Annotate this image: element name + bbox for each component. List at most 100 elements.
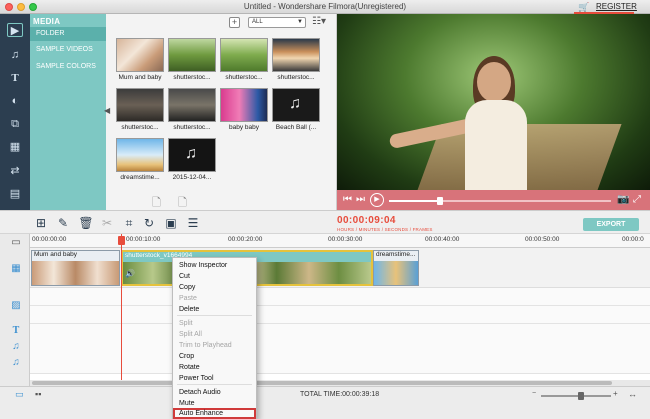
elements-icon[interactable]: ▦ xyxy=(8,140,22,154)
add-track-icon[interactable]: ⊞ xyxy=(33,215,49,231)
media-thumbnail[interactable] xyxy=(168,88,216,122)
media-thumbnail[interactable] xyxy=(220,38,268,72)
filters-icon[interactable]: ◐ xyxy=(8,94,22,108)
grid-view-icon[interactable]: ☷▾ xyxy=(312,16,326,27)
collapse-panel-icon[interactable]: ◀ xyxy=(104,106,110,118)
context-menu-item-power-tool[interactable]: Power Tool xyxy=(173,373,256,384)
media-item-label: shutterstoc... xyxy=(225,74,263,81)
video-track: Mum and baby shutterstock_v1664994 🔊 dre… xyxy=(30,248,650,288)
media-item-label: baby baby xyxy=(229,124,259,131)
rewind-icon[interactable]: ⏮ xyxy=(343,192,352,208)
rotate-icon[interactable]: ↻ xyxy=(141,215,157,231)
context-menu-item-cut[interactable]: Cut xyxy=(173,271,256,282)
media-item-label: Mum and baby xyxy=(118,74,162,81)
thumbnail-size-icon[interactable]: ▪▪ xyxy=(35,389,41,399)
media-thumbnail[interactable] xyxy=(272,38,320,72)
context-menu-item-delete[interactable]: Delete xyxy=(173,304,256,315)
ruler-tick: 00:00:10:00 xyxy=(126,236,161,243)
trash-icon[interactable]: 🗑 xyxy=(78,215,94,231)
playhead-handle[interactable] xyxy=(118,236,125,245)
preview-panel: ⏮ ⏭ ▶ 📷 ⤢ xyxy=(337,14,650,210)
track-labels: ▭ ▦ ▨ T ♫ ♫ xyxy=(0,234,30,386)
media-icon[interactable]: ▶ xyxy=(7,23,23,37)
clip-filmstrip xyxy=(374,261,418,285)
media-thumbnail[interactable] xyxy=(116,138,164,172)
media-toolbar: + ALL ▼ ☷▾ xyxy=(106,14,337,30)
context-menu-item-show-inspector[interactable]: Show Inspector xyxy=(173,260,256,271)
text-track-icon: T xyxy=(12,325,20,336)
media-thumbnail[interactable] xyxy=(220,88,268,122)
preview-scrubber-handle[interactable] xyxy=(437,197,444,205)
split-screen-icon[interactable]: ▤ xyxy=(8,187,22,201)
media-thumbnail[interactable]: ♫ xyxy=(168,138,216,172)
context-menu-item-trim-to-playhead: Trim to Playhead xyxy=(179,342,232,349)
ruler-tick: 00:00:50:00 xyxy=(525,236,560,243)
timeline-settings-icon[interactable]: ▭ xyxy=(10,237,22,249)
media-thumbnail[interactable] xyxy=(116,38,164,72)
snapshot-icon[interactable]: 📷 xyxy=(617,192,629,208)
zoom-in-icon[interactable]: + xyxy=(613,389,618,398)
context-menu-item-split-all: Split All xyxy=(179,331,202,338)
music-note-icon: ♫ xyxy=(289,95,301,112)
timeline-clip[interactable]: Mum and baby xyxy=(31,250,120,286)
media-nav-item-sample-videos[interactable]: SAMPLE VIDEOS xyxy=(30,43,106,57)
context-menu-item-rotate[interactable]: Rotate xyxy=(173,362,256,373)
context-menu-item-crop[interactable]: Crop xyxy=(173,351,256,362)
playhead-line xyxy=(121,234,122,380)
crop-icon[interactable]: ⌗ xyxy=(121,215,137,231)
zoom-slider-handle[interactable] xyxy=(577,392,584,400)
scrollbar-thumb[interactable] xyxy=(32,381,612,385)
timeline-clip[interactable]: dreamstime... xyxy=(373,250,419,286)
edit-icon[interactable]: ✎ xyxy=(55,215,71,231)
timeline: ▭ ▦ ▨ T ♫ ♫ 00:00:00:00 00:00:10:00 00:0… xyxy=(0,234,650,386)
zoom-out-icon[interactable]: − xyxy=(532,390,536,397)
pip-track xyxy=(30,288,650,306)
image-track-icon: ▨ xyxy=(11,300,21,311)
menu-separator xyxy=(177,315,252,316)
music-icon[interactable]: ♫ xyxy=(8,48,22,62)
media-filter-value: ALL xyxy=(252,19,263,25)
context-menu-item-detach-audio[interactable]: Detach Audio xyxy=(173,387,256,398)
overlays-icon[interactable]: ⧉ xyxy=(8,117,22,131)
ruler-tick: 00:00:00:00 xyxy=(32,236,67,243)
media-item-label: 2015-12-04... xyxy=(172,174,212,181)
media-item-label: shutterstoc... xyxy=(121,124,159,131)
fit-timeline-icon[interactable]: ↔ xyxy=(628,389,637,399)
media-thumbnail[interactable]: ♫ xyxy=(272,88,320,122)
status-bar: ▭ ▪▪ TOTAL TIME:00:00:39:18 − + ↔ xyxy=(0,386,650,419)
add-media-button[interactable]: + xyxy=(229,17,240,28)
context-menu-item-auto-enhance[interactable]: Auto Enhance xyxy=(173,408,256,419)
render-icon[interactable]: ▭ xyxy=(15,389,24,400)
media-item-label: shutterstoc... xyxy=(173,74,211,81)
media-item-label: Beach Ball (... xyxy=(275,124,317,131)
media-nav-item-sample-colors[interactable]: SAMPLE COLORS xyxy=(30,60,106,74)
menu-separator xyxy=(177,384,252,385)
pip-track xyxy=(30,306,650,324)
ruler-tick: 00:00:0 xyxy=(622,236,644,243)
clip-context-menu: Show Inspector Cut Copy Paste Delete Split Spl… xyxy=(172,257,257,419)
scissors-icon[interactable]: ✂ xyxy=(99,215,115,231)
context-menu-item-copy[interactable]: Copy xyxy=(173,282,256,293)
fast-forward-icon[interactable]: ⏭ xyxy=(356,192,365,208)
zoom-slider[interactable] xyxy=(541,395,611,397)
filmora-window: Untitled - Wondershare Filmora(Unregiste… xyxy=(0,0,650,419)
media-thumbnail[interactable] xyxy=(116,88,164,122)
export-button[interactable]: EXPORT xyxy=(583,218,639,231)
play-button[interactable]: ▶ xyxy=(370,193,384,207)
adjust-icon[interactable]: ☰ xyxy=(185,215,201,231)
register-link[interactable]: REGISTER xyxy=(596,2,637,11)
media-filter-select[interactable]: ALL ▼ xyxy=(248,17,306,28)
media-thumbnail[interactable] xyxy=(168,38,216,72)
cart-icon[interactable]: 🛒 xyxy=(578,2,594,12)
ruler-tick: 00:00:20:00 xyxy=(228,236,263,243)
power-tool-icon[interactable]: ▣ xyxy=(163,215,179,231)
timeline-toolbar: ⊞ ✎ 🗑 ✂ ⌗ ↻ ▣ ☰ 00:00:09:04 HOURS / MINU… xyxy=(0,210,650,234)
text-icon[interactable]: T xyxy=(8,71,22,85)
window-title: Untitled - Wondershare Filmora(Unregiste… xyxy=(243,2,407,11)
media-item-label: dreamstime... xyxy=(120,174,160,181)
transitions-icon[interactable]: ⇄ xyxy=(8,164,22,178)
media-nav-item-folder[interactable]: FOLDER xyxy=(30,27,106,41)
timecode-units: HOURS / MINUTES / SECONDS / FRAMES xyxy=(337,227,433,232)
fullscreen-icon[interactable]: ⤢ xyxy=(633,192,641,208)
clip-title: Mum and baby xyxy=(34,251,77,258)
